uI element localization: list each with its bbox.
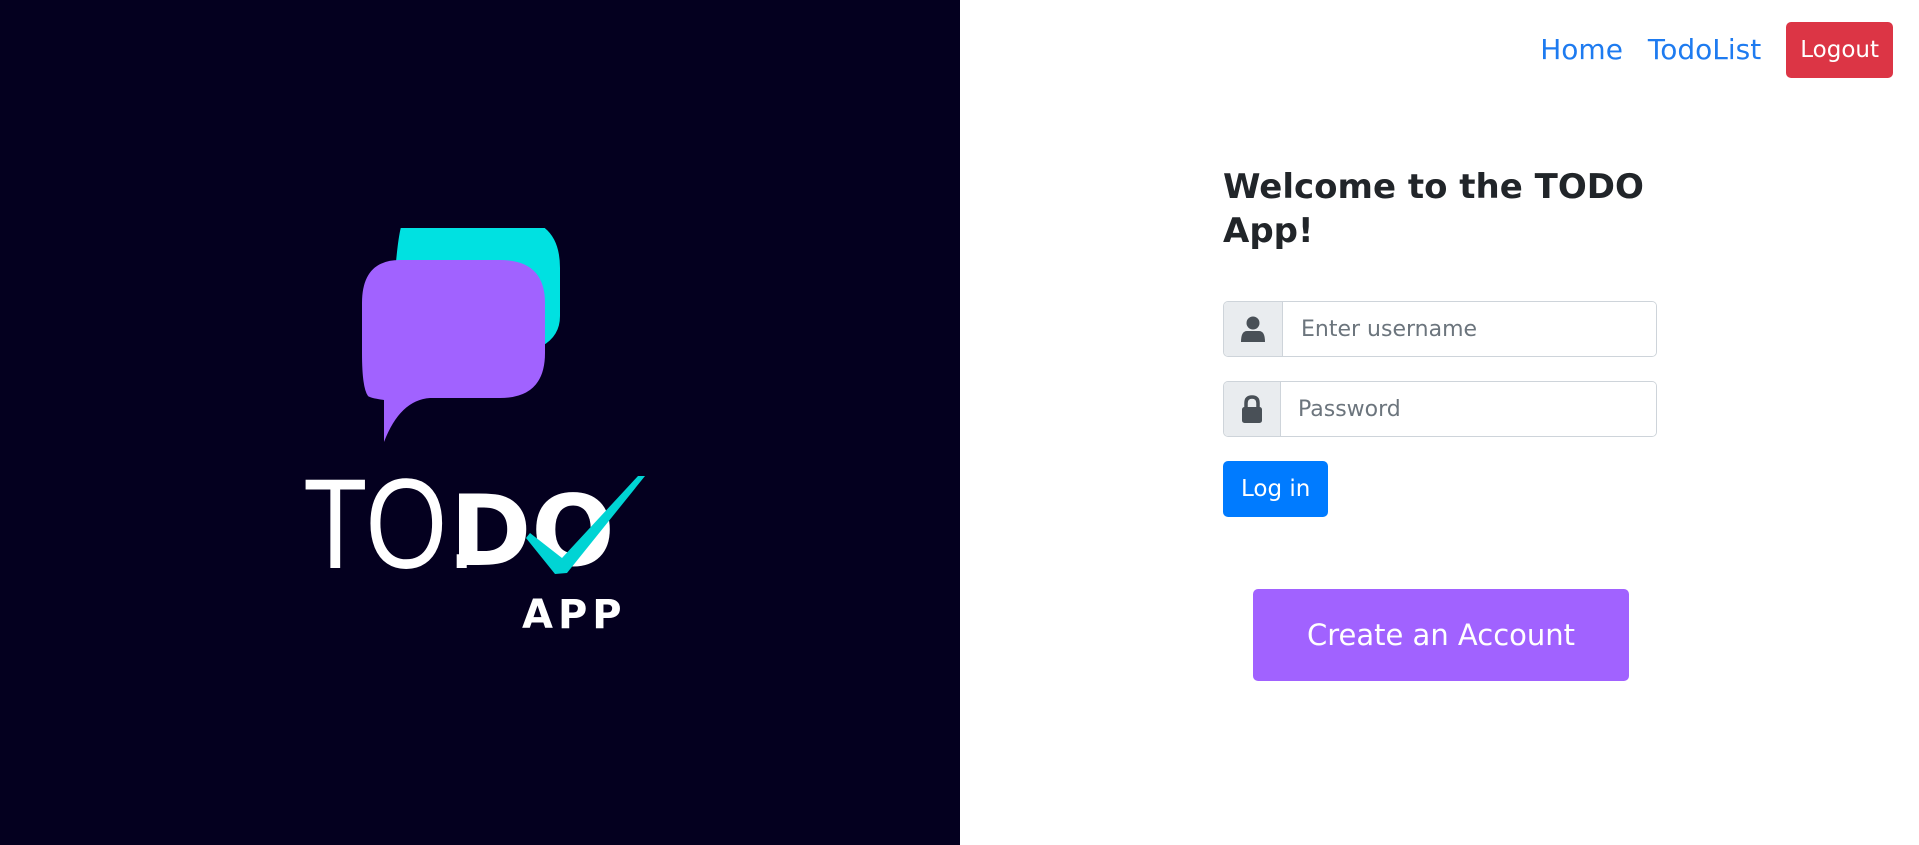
password-group — [1223, 381, 1657, 437]
page: TO. DO APP Home TodoList Logout Welcome … — [0, 0, 1919, 845]
todo-app-logo: TO. DO APP — [303, 228, 645, 638]
username-input[interactable] — [1283, 302, 1656, 356]
create-account-button[interactable]: Create an Account — [1253, 589, 1629, 681]
lock-icon — [1224, 382, 1281, 436]
logout-button[interactable]: Logout — [1786, 22, 1893, 78]
branding-panel: TO. DO APP — [0, 0, 960, 845]
login-button[interactable]: Log in — [1223, 461, 1329, 517]
logo-text-app: APP — [522, 592, 627, 638]
login-panel: Home TodoList Logout Welcome to the TODO… — [960, 0, 1919, 845]
username-group — [1223, 301, 1657, 357]
chat-bubble-front-icon — [362, 260, 545, 442]
user-icon — [1224, 302, 1283, 356]
password-input[interactable] — [1281, 382, 1656, 436]
page-title: Welcome to the TODO App! — [1223, 167, 1644, 251]
nav-link-todolist[interactable]: TodoList — [1648, 22, 1761, 78]
top-nav: Home TodoList Logout — [1540, 22, 1893, 78]
nav-link-home[interactable]: Home — [1540, 22, 1623, 78]
